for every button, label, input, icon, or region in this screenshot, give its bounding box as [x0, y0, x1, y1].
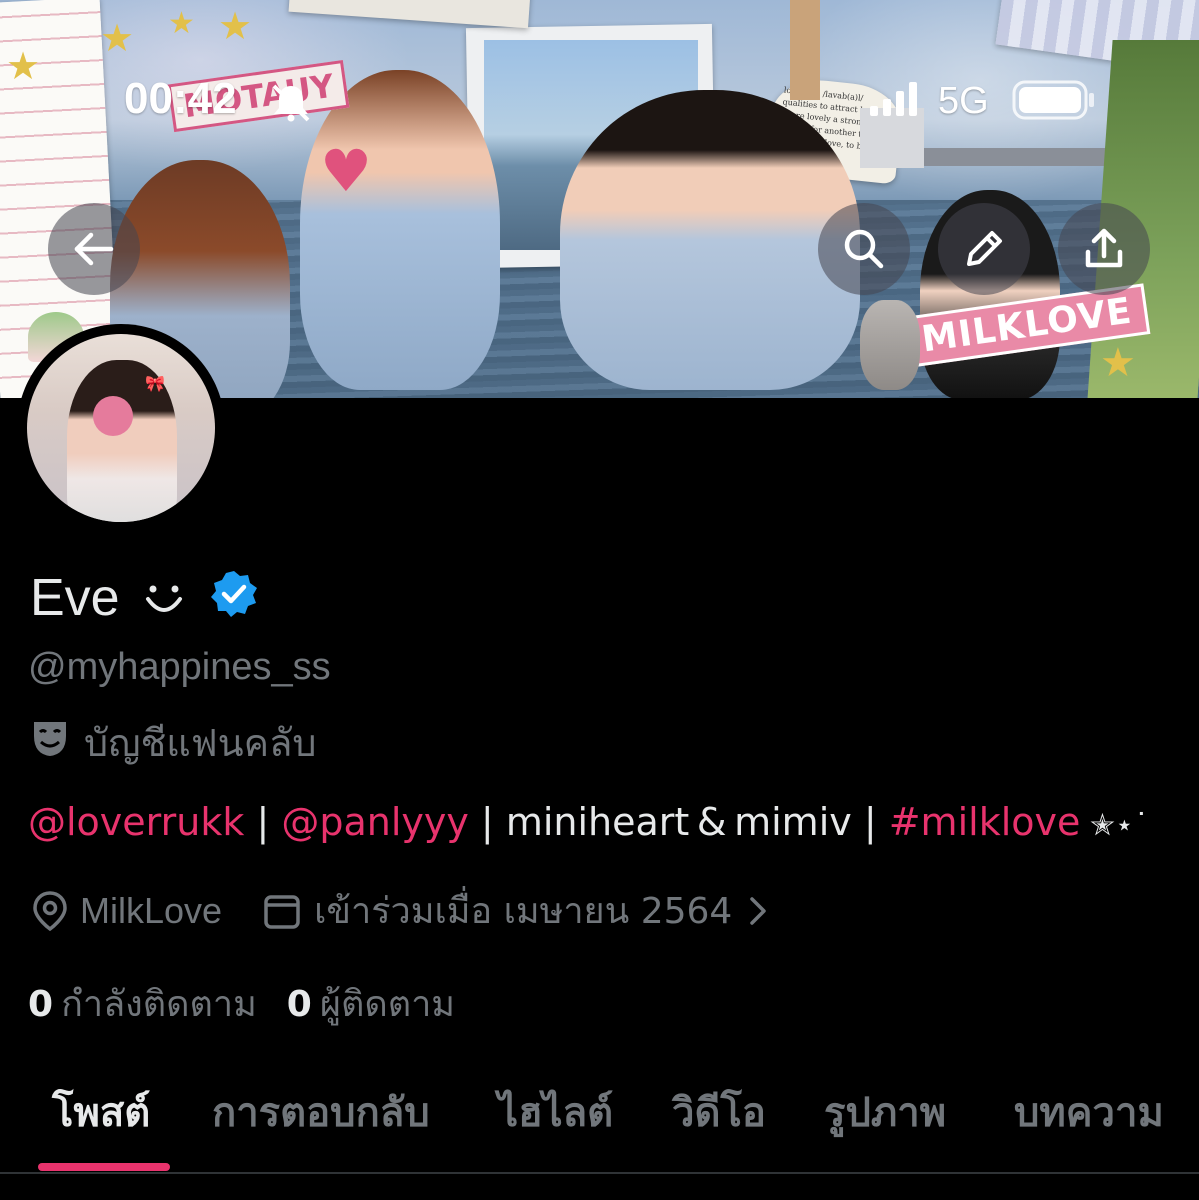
followers-label: ผู้ติดตาม [319, 984, 456, 1025]
profile-tabs: โพสต์ การตอบกลับ ไฮไลต์ วิดีโอ รูปภาพ บท… [0, 1080, 1199, 1175]
profile-name: Eve [30, 565, 259, 628]
name-emoji [142, 574, 186, 614]
bio-sparkle: ✭⋆˙ [1080, 808, 1149, 843]
banner-person-center [300, 70, 500, 390]
avatar-photo: 🎀 [27, 334, 215, 522]
fan-account-text: บัญชีแฟนคลับ [84, 721, 317, 765]
tab-highlights[interactable]: ไฮไลต์ [498, 1080, 613, 1144]
active-tab-indicator [38, 1163, 170, 1171]
banner-paper-top [288, 0, 532, 29]
following-link[interactable]: 0 กำลังติดตาม [28, 975, 257, 1032]
share-icon [1085, 228, 1123, 268]
battery-icon [1012, 80, 1096, 124]
signal-icon [870, 82, 920, 120]
star-sticker-icon: ★ [6, 44, 41, 88]
status-time: 00:42 [124, 74, 237, 123]
theater-mask-icon [30, 718, 70, 767]
following-count: 0 [28, 984, 54, 1025]
bio-separator: | [851, 800, 889, 844]
location-pin-icon [30, 890, 70, 932]
tab-posts[interactable]: โพสต์ [52, 1080, 150, 1144]
tab-replies[interactable]: การตอบกลับ [212, 1080, 430, 1144]
chevron-right-icon[interactable] [748, 895, 768, 927]
edit-button[interactable] [938, 203, 1030, 295]
search-button[interactable] [818, 203, 910, 295]
share-button[interactable] [1058, 203, 1150, 295]
heart-sticker-icon: ♥ [320, 137, 372, 205]
tab-articles[interactable]: บทความ [1014, 1080, 1164, 1144]
star-sticker-icon: ★ [218, 4, 253, 48]
following-label: กำลังติดตาม [61, 984, 257, 1025]
cat-sticker [860, 300, 920, 390]
verified-badge-icon [209, 569, 259, 632]
arrow-left-icon [74, 232, 114, 266]
back-button[interactable] [48, 203, 140, 295]
pencil-icon [967, 231, 1002, 266]
profile-meta: MilkLove เข้าร่วมเมื่อ เมษายน 2564 [30, 882, 768, 939]
star-sticker-icon: ★ [100, 16, 135, 60]
profile-handle: @myhappines_ss [28, 646, 331, 688]
tab-photos[interactable]: รูปภาพ [824, 1080, 946, 1144]
bio-hashtag-milklove[interactable]: #milklove [889, 800, 1081, 844]
search-icon [844, 229, 884, 269]
display-name: Eve [30, 569, 120, 627]
network-label: 5G [938, 80, 989, 122]
bio-separator: | [244, 800, 282, 844]
bio-mention-loverrukk[interactable]: @loverrukk [28, 800, 244, 844]
banner-person-right [560, 90, 860, 390]
joined-date[interactable]: เข้าร่วมเมื่อ เมษายน 2564 [314, 882, 732, 939]
banner-bridge-tower [790, 0, 820, 100]
bio-mention-panlyyy[interactable]: @panlyyy [281, 800, 469, 844]
bio-separator: | [468, 800, 506, 844]
star-sticker-icon: ★ [168, 6, 195, 41]
profile-bio: @loverrukk | @panlyyy | miniheart & mimi… [28, 800, 1149, 844]
follow-stats: 0 กำลังติดตาม 0 ผู้ติดตาม [28, 975, 455, 1032]
tab-videos[interactable]: วิดีโอ [672, 1080, 766, 1144]
profile-banner[interactable]: love-able /lavab(a)l/ qualities to attra… [0, 0, 1199, 398]
bio-text: miniheart & mimiv [505, 800, 852, 844]
fan-account-label: บัญชีแฟนคลับ [30, 712, 317, 773]
avatar[interactable]: 🎀 [17, 324, 225, 532]
star-sticker-icon: ★ [1100, 340, 1136, 386]
location-text: MilkLove [80, 889, 223, 931]
bell-muted-icon [268, 82, 314, 126]
followers-link[interactable]: 0 ผู้ติดตาม [287, 975, 455, 1032]
calendar-icon [262, 891, 302, 931]
followers-count: 0 [286, 984, 312, 1025]
tabs-divider [0, 1172, 1199, 1174]
